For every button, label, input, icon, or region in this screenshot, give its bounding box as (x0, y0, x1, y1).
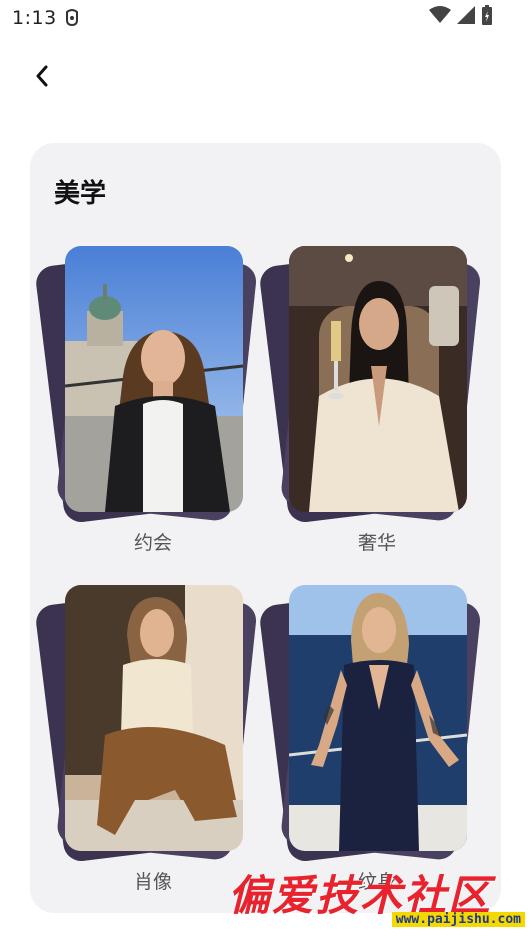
style-tile-luxury[interactable]: 奢华 (258, 246, 482, 566)
watermark: 偏爱技术社区 www.paijishu.com (228, 862, 531, 932)
chevron-left-icon (35, 65, 49, 91)
battery-icon (481, 5, 493, 29)
style-photo-luxury (289, 246, 467, 512)
style-photo-dating (65, 246, 243, 512)
status-icons (429, 5, 493, 29)
style-photo-tattoo (289, 585, 467, 851)
wifi-icon (429, 6, 451, 28)
style-label-portrait: 肖像 (133, 871, 172, 893)
section-title: 美学 (54, 179, 107, 209)
style-tile-portrait[interactable]: 肖像 (34, 585, 258, 905)
back-button[interactable] (22, 58, 62, 98)
signal-icon (457, 6, 475, 28)
style-tile-tattoo[interactable]: 纹身 (258, 585, 482, 905)
notification-icon (64, 8, 80, 28)
status-bar: 1:13 (0, 0, 531, 36)
status-time: 1:13 (12, 7, 57, 29)
style-photo-portrait (65, 585, 243, 851)
style-label-dating: 约会 (133, 532, 172, 554)
style-tile-dating[interactable]: 约会 (34, 246, 258, 566)
aesthetics-card: 美学 约会 奢华 肖像 纹身 (30, 143, 501, 913)
watermark-url: www.paijishu.com (391, 912, 525, 927)
style-label-luxury: 奢华 (357, 532, 396, 554)
